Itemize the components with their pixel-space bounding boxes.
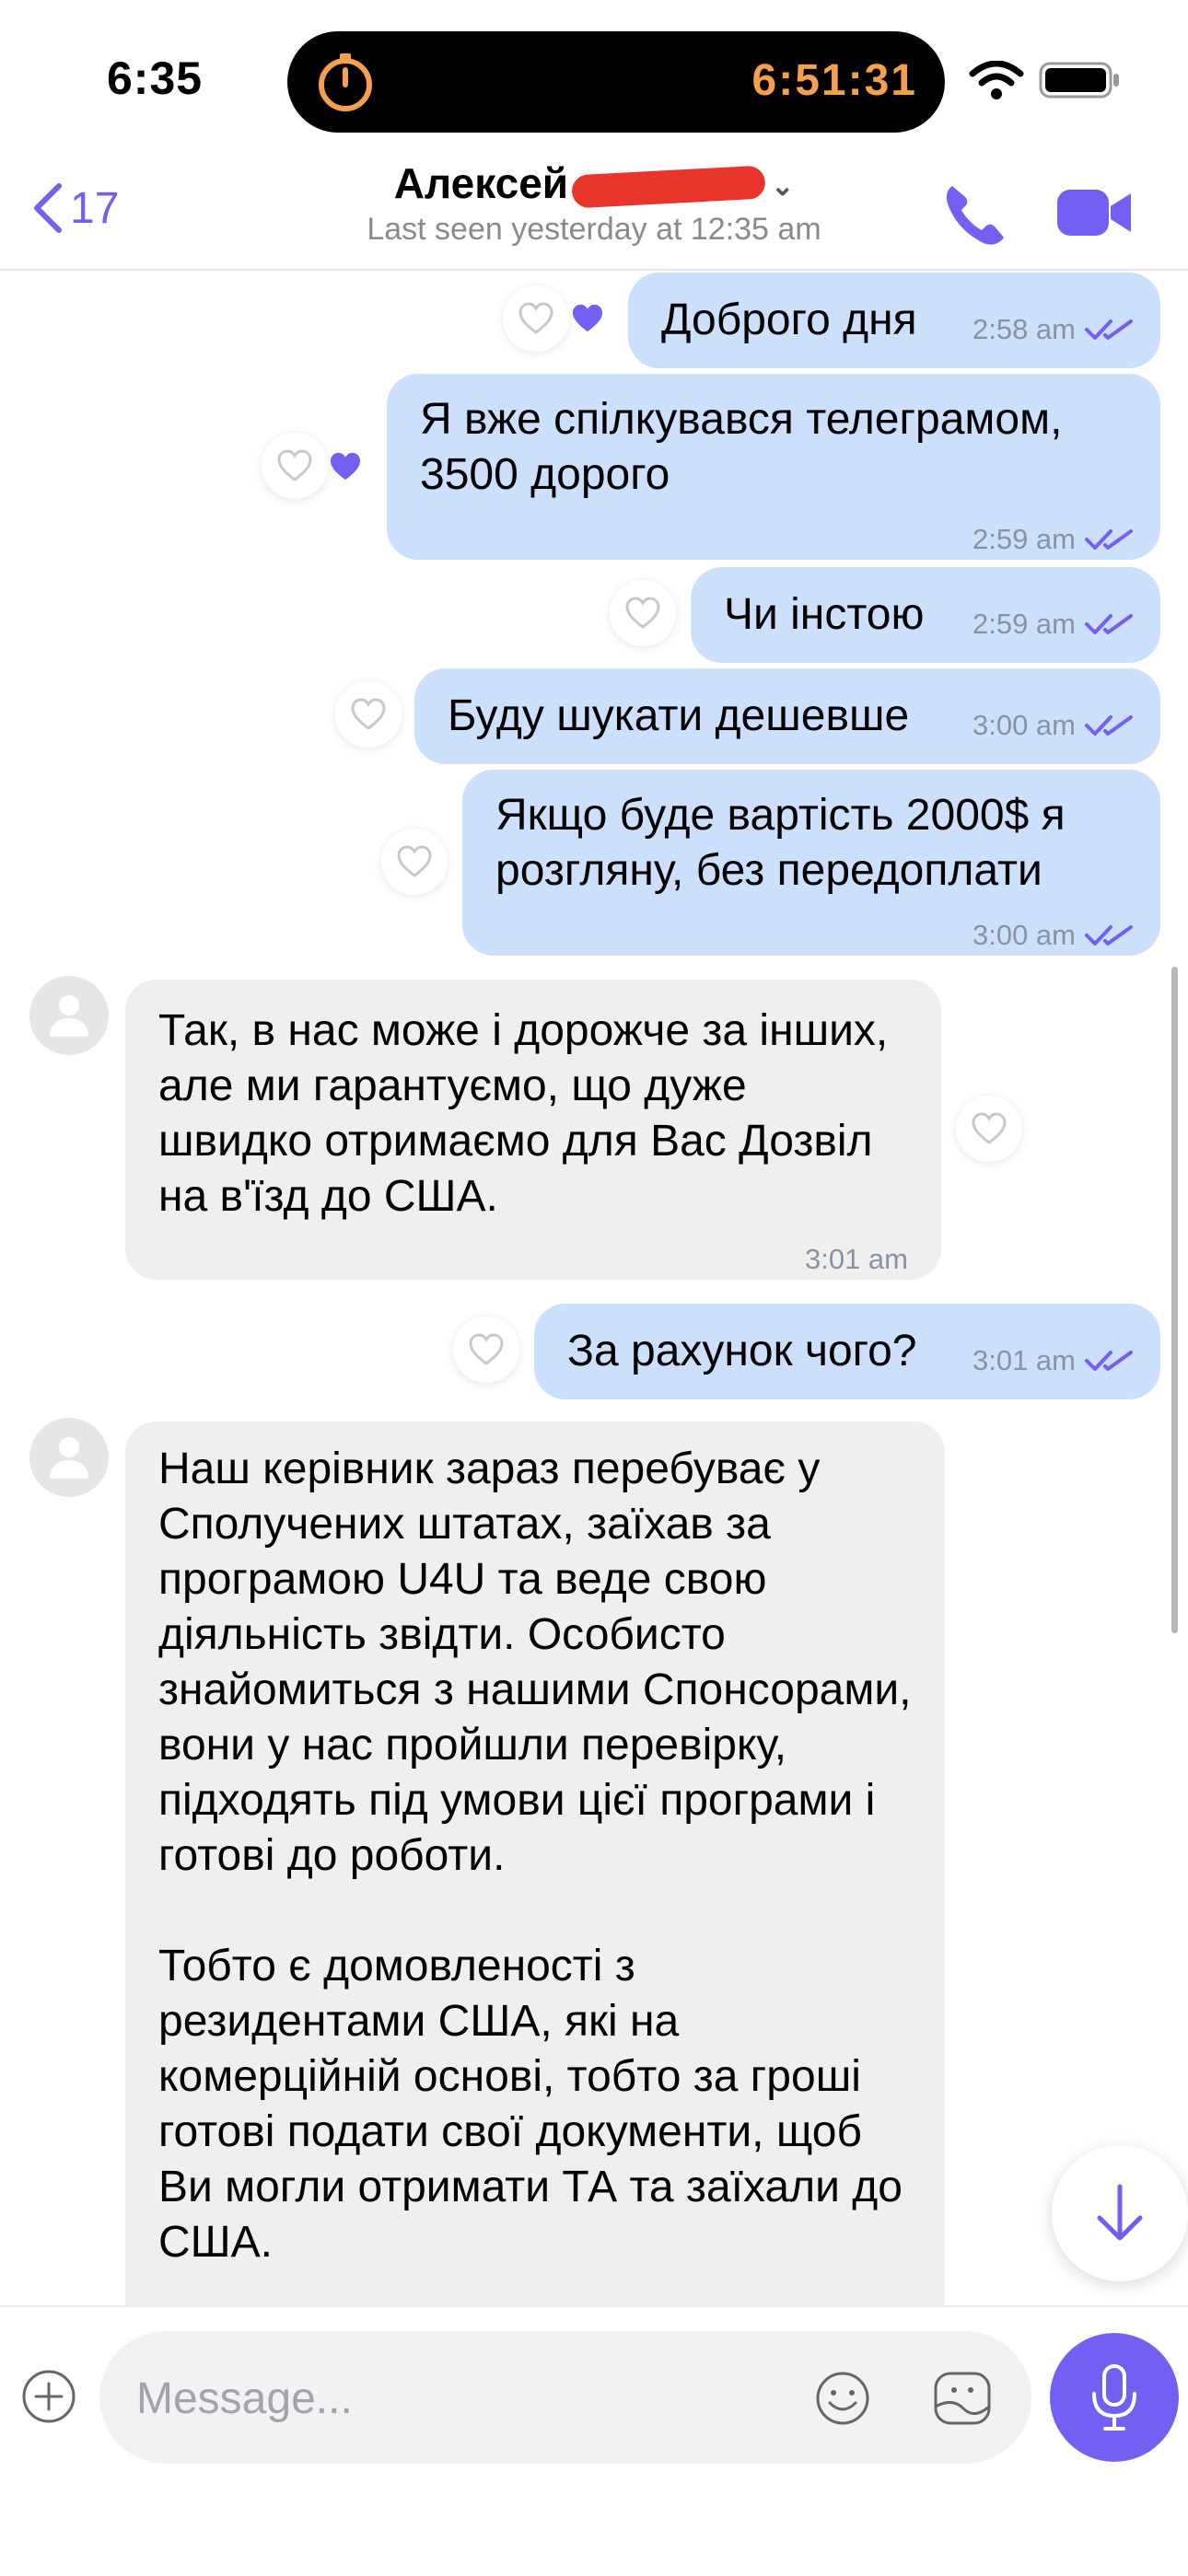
- heart-outline-icon: [625, 597, 660, 629]
- message-text: Я вже спілкувався телеграмом, 3500 дорог…: [420, 395, 1063, 499]
- person-icon: [50, 1437, 88, 1479]
- like-button[interactable]: [381, 829, 448, 895]
- message-bubble-outgoing[interactable]: За рахунок чого? 3:01 am: [534, 1304, 1160, 1399]
- dynamic-island[interactable]: 6:51:31: [287, 31, 945, 133]
- like-button[interactable]: [956, 1096, 1022, 1162]
- message-bubble-incoming[interactable]: Так, в нас може і дорожче за інших, але …: [125, 980, 941, 1280]
- scroll-to-bottom-button[interactable]: [1052, 2145, 1188, 2281]
- person-icon: [50, 995, 88, 1037]
- double-check-icon: [1085, 529, 1133, 550]
- double-check-icon: [1085, 319, 1133, 340]
- wifi-icon: [969, 61, 1024, 99]
- heart-outline-icon: [397, 845, 432, 877]
- heart-outline-icon: [469, 1333, 504, 1365]
- like-button[interactable]: [335, 681, 402, 748]
- message-time: 3:01 am: [972, 1344, 1076, 1376]
- message-text: Доброго дня: [661, 296, 917, 344]
- stopwatch-icon: [319, 53, 372, 111]
- double-check-icon: [1085, 715, 1133, 736]
- heart-outline-icon: [972, 1112, 1007, 1144]
- message-meta: 3:00 am: [973, 698, 1133, 753]
- message-time: 2:58 am: [972, 313, 1076, 345]
- message-bubble-outgoing[interactable]: Чи інстою 2:59 am: [691, 567, 1160, 663]
- redaction-mark: [571, 165, 766, 209]
- scrollbar[interactable]: [1171, 967, 1178, 1633]
- message-input[interactable]: [134, 2331, 801, 2466]
- message-text: Буду шукати дешевше: [448, 691, 910, 740]
- status-bar: 6:35 6:51:31: [0, 0, 1188, 147]
- heart-filled-icon: [572, 304, 603, 332]
- message-meta: 2:58 am: [973, 302, 1133, 357]
- message-bubble-outgoing[interactable]: Доброго дня 2:58 am: [628, 273, 1160, 368]
- message-bubble-incoming[interactable]: Наш керівник зараз перебуває у Сполучени…: [125, 1421, 945, 2324]
- message-time: 3:00 am: [972, 709, 1076, 741]
- arrow-down-icon: [1097, 2184, 1143, 2241]
- heart-outline-icon: [518, 302, 553, 334]
- status-clock: 6:35: [107, 52, 204, 104]
- message-composer: [0, 2305, 1188, 2576]
- like-button[interactable]: [610, 580, 676, 646]
- message-meta: 2:59 am: [973, 512, 1133, 567]
- heart-outline-icon: [351, 698, 386, 730]
- like-button[interactable]: [453, 1317, 519, 1383]
- message-bubble-outgoing[interactable]: Якщо буде вартість 2000$ я розгляну, без…: [462, 770, 1160, 956]
- phone-icon[interactable]: [939, 177, 1013, 250]
- double-check-icon: [1085, 614, 1133, 634]
- message-text: Чи інстою: [724, 590, 925, 639]
- message-field[interactable]: [99, 2331, 1031, 2466]
- contact-name: Алексей: [393, 159, 569, 207]
- like-button[interactable]: [262, 433, 328, 499]
- message-meta: 3:01 am: [973, 1333, 1133, 1388]
- message-bubble-outgoing[interactable]: Буду шукати дешевше 3:00 am: [414, 668, 1160, 764]
- message-text: Так, в нас може і дорожче за інших, але …: [158, 1006, 889, 1221]
- message-time: 3:01 am: [804, 1243, 908, 1275]
- avatar[interactable]: [29, 1418, 109, 1497]
- smiley-icon[interactable]: [814, 2370, 871, 2427]
- message-meta: 3:00 am: [973, 908, 1133, 963]
- message-time: 3:00 am: [972, 919, 1076, 951]
- message-text-paragraph-2: Тобто є домовленості з резидентами США, …: [158, 1942, 903, 2267]
- heart-outline-icon: [277, 449, 312, 482]
- avatar[interactable]: [29, 976, 109, 1055]
- sticker-icon[interactable]: [932, 2370, 993, 2427]
- voice-message-button[interactable]: [1050, 2333, 1179, 2462]
- microphone-icon: [1092, 2364, 1136, 2431]
- message-time: 2:59 am: [972, 608, 1076, 640]
- message-text: Якщо буде вартість 2000$ я розгляну, без…: [495, 791, 1066, 895]
- battery-icon: [1039, 62, 1119, 99]
- heart-filled-icon: [330, 452, 361, 481]
- message-text: За рахунок чого?: [567, 1327, 917, 1375]
- chat-header: 17 Алексей ⌄ Last seen yesterday at 12:35…: [0, 147, 1188, 271]
- video-camera-icon[interactable]: [1055, 180, 1133, 245]
- like-count: [324, 446, 367, 488]
- double-check-icon: [1085, 925, 1133, 946]
- double-check-icon: [1085, 1351, 1133, 1371]
- timer-readout: 6:51:31: [751, 56, 917, 105]
- like-count: [566, 297, 609, 340]
- plus-circle-icon[interactable]: [20, 2368, 77, 2425]
- message-time: 2:59 am: [972, 523, 1076, 555]
- message-text: Наш керівник зараз перебуває у Сполучени…: [158, 1445, 912, 1880]
- message-meta: 2:59 am: [973, 597, 1133, 652]
- chevron-down-icon: ⌄: [771, 171, 795, 203]
- message-bubble-outgoing[interactable]: Я вже спілкувався телеграмом, 3500 дорог…: [387, 374, 1160, 560]
- like-button[interactable]: [503, 285, 569, 352]
